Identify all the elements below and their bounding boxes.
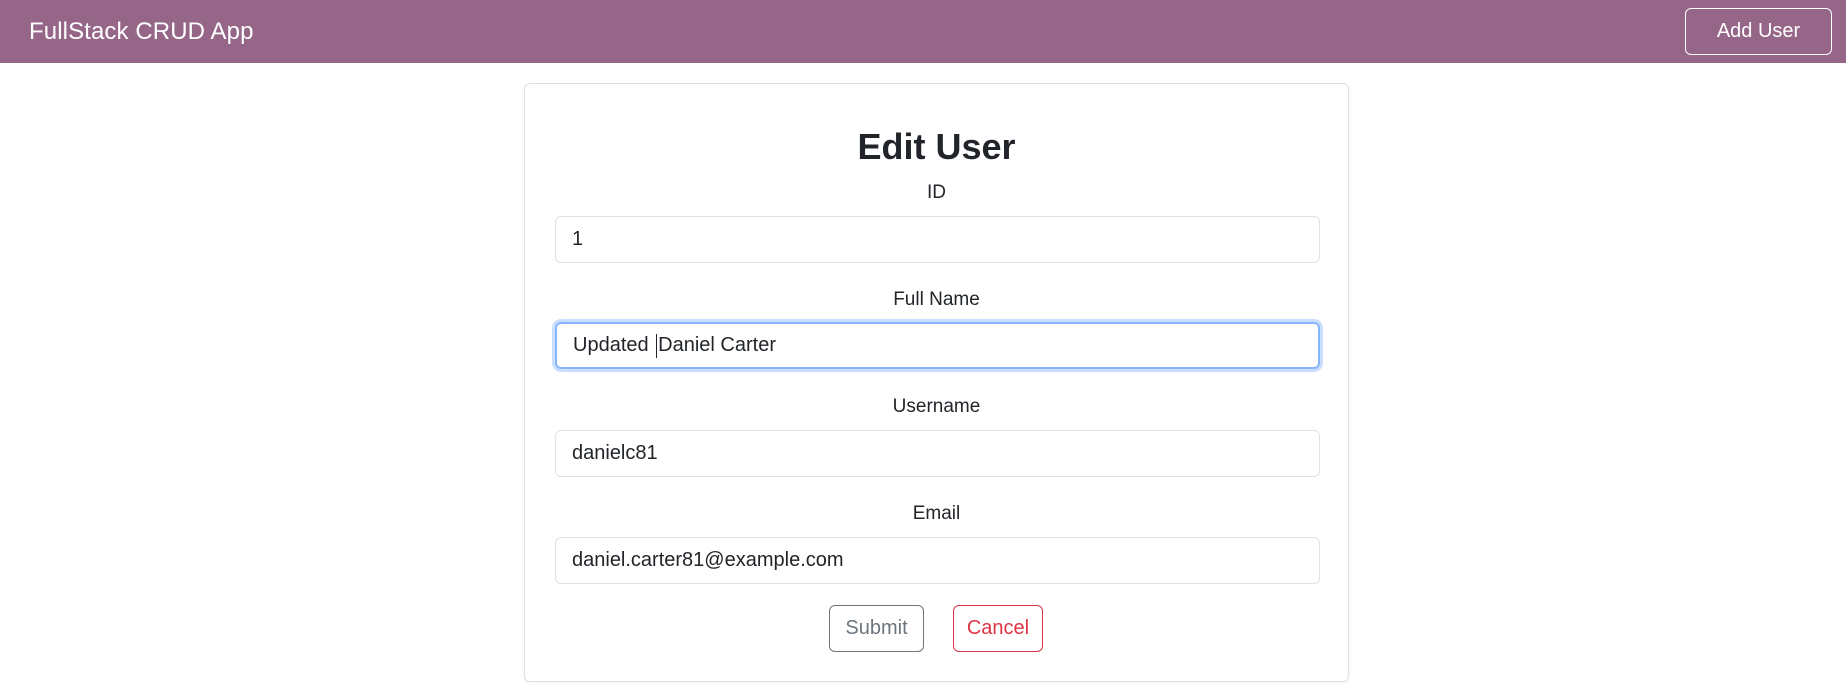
page-title: Edit User	[857, 126, 1016, 167]
username-label: Username	[892, 396, 981, 417]
full-name-value-after-caret: Daniel Carter	[658, 334, 776, 356]
email-field[interactable]: daniel.carter81@example.com	[555, 537, 1320, 584]
username-field[interactable]: danielc81	[555, 430, 1320, 477]
cancel-button[interactable]: Cancel	[953, 605, 1043, 652]
full-name-label: Full Name	[893, 289, 980, 310]
email-label: Email	[912, 503, 961, 524]
email-field-value: daniel.carter81@example.com	[572, 549, 844, 571]
id-field-value: 1	[572, 228, 584, 250]
id-field[interactable]: 1	[555, 216, 1320, 263]
submit-button[interactable]: Submit	[829, 605, 924, 652]
add-user-button[interactable]: Add User	[1685, 8, 1832, 55]
username-field-value: danielc81	[572, 442, 658, 464]
text-caret	[656, 333, 658, 358]
edit-user-card: Edit User ID 1 Full Name Updated Daniel …	[524, 83, 1349, 682]
full-name-field[interactable]: Updated Daniel Carter	[555, 322, 1320, 369]
app-brand[interactable]: FullStack CRUD App	[29, 18, 254, 46]
top-navbar: FullStack CRUD App Add User	[0, 0, 1846, 63]
id-label: ID	[927, 182, 946, 203]
full-name-value-before-caret: Updated	[573, 334, 655, 356]
